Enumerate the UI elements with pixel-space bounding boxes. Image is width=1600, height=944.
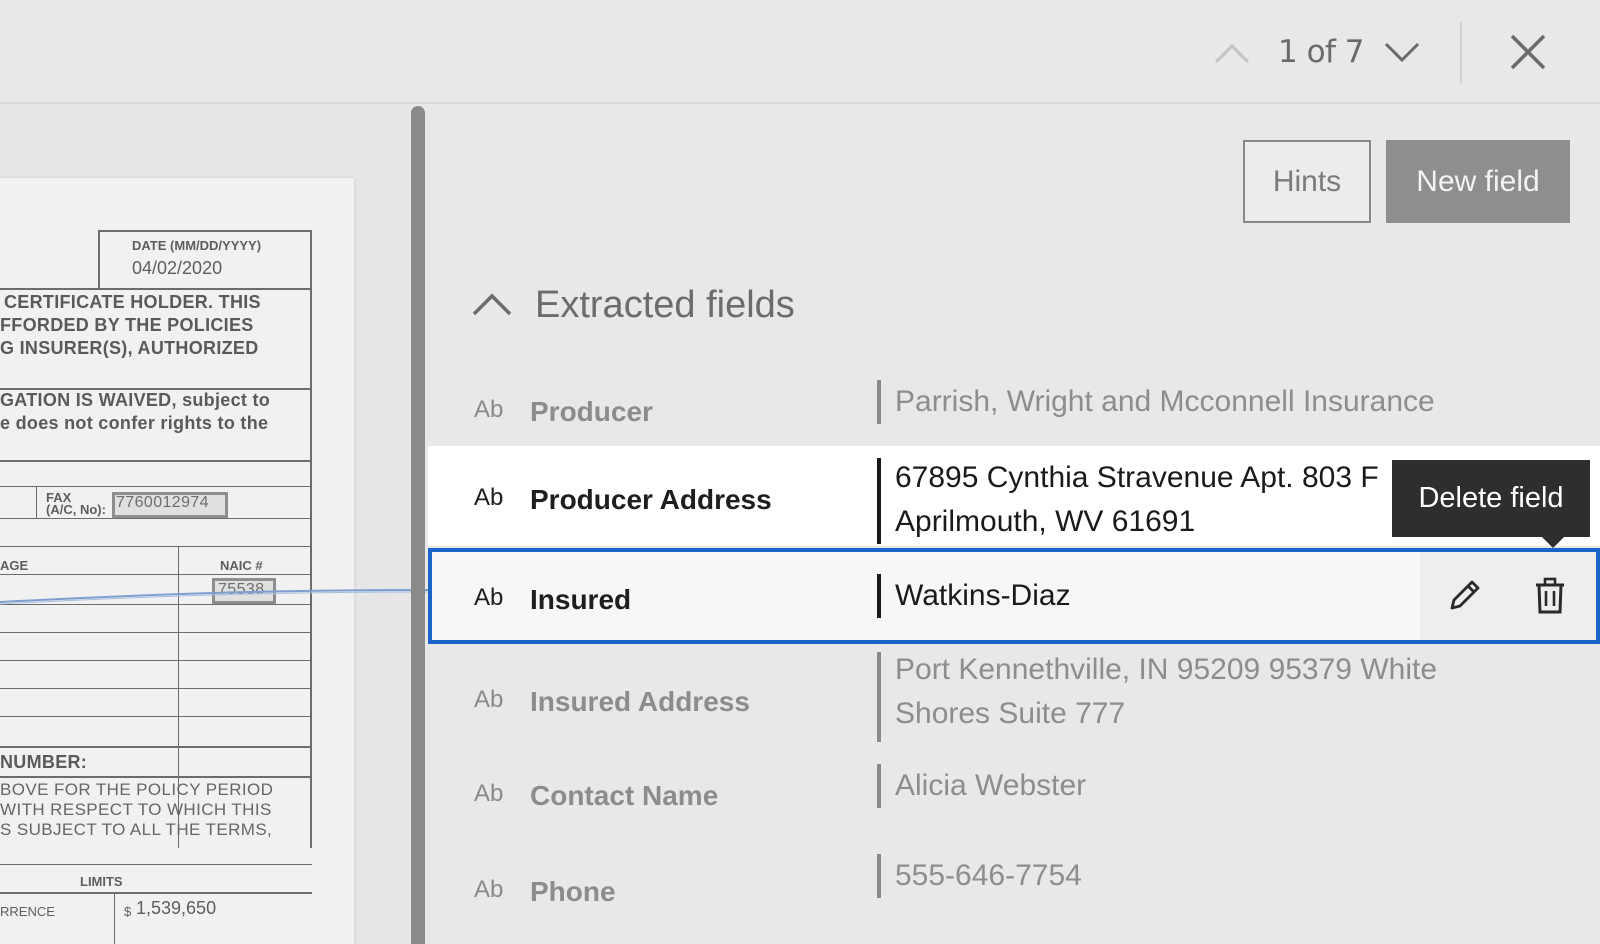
limit-value: 1,539,650 <box>136 898 217 918</box>
field-label: Producer Address <box>530 484 772 515</box>
field-row-insured-address[interactable]: Ab Insured Address Port Kennethville, IN… <box>428 652 1600 750</box>
field-row-phone[interactable]: Ab Phone 555-646-7754 <box>428 840 1600 936</box>
field-label: Contact Name <box>530 780 719 811</box>
hints-button[interactable]: Hints <box>1243 140 1371 223</box>
previous-result-button[interactable] <box>1212 38 1252 68</box>
document-scrollbar[interactable] <box>411 106 425 944</box>
chevron-down-icon <box>1384 42 1420 63</box>
collapse-chevron-icon <box>472 293 512 316</box>
value-divider <box>877 854 881 898</box>
doc-text-line: G INSURER(S), AUTHORIZED <box>0 338 259 358</box>
document-page: DATE (MM/DD/YYYY) 04/02/2020 CERTIFICATE… <box>0 178 354 944</box>
doc-text-line: e does not confer rights to the <box>0 413 269 433</box>
delete-field-tooltip: Delete field <box>1392 460 1590 548</box>
next-result-button[interactable] <box>1382 38 1422 68</box>
new-field-button[interactable]: New field <box>1386 140 1570 223</box>
close-button[interactable] <box>1506 30 1550 74</box>
date-value: 04/02/2020 <box>132 258 223 278</box>
doc-text-line: GATION IS WAIVED, subject to <box>0 390 271 410</box>
pencil-icon <box>1450 580 1480 610</box>
value-divider <box>877 574 881 618</box>
limits-label: LIMITS <box>80 874 123 889</box>
field-value: Watkins-Diaz <box>895 579 1071 612</box>
field-row-contact-name[interactable]: Ab Contact Name Alicia Webster <box>428 744 1600 840</box>
value-divider <box>877 764 881 808</box>
fax-highlight <box>112 492 228 518</box>
field-value-line: 67895 Cynthia Stravenue Apt. 803 F <box>895 461 1379 494</box>
value-divider <box>877 458 881 544</box>
naic-label: NAIC # <box>220 558 263 573</box>
document-preview-pane: DATE (MM/DD/YYYY) 04/02/2020 CERTIFICATE… <box>0 106 413 944</box>
field-value-line: Shores Suite 777 <box>895 697 1126 730</box>
edit-field-button[interactable] <box>1444 576 1484 616</box>
field-row-insured[interactable]: Ab Insured Watkins-Diaz <box>428 548 1600 644</box>
field-value: 555-646-7754 <box>895 859 1082 892</box>
pager-count: 1 of 7 <box>1278 34 1365 70</box>
chevron-up-icon <box>1214 43 1250 64</box>
field-type-badge: Ab <box>474 876 504 903</box>
naic-highlight <box>212 578 276 604</box>
field-type-badge: Ab <box>474 584 504 611</box>
field-value: Parrish, Wright and Mcconnell Insurance <box>895 385 1435 418</box>
doc-text-line: NUMBER: <box>0 752 88 772</box>
doc-text-line: BOVE FOR THE POLICY PERIOD <box>0 780 274 799</box>
field-type-badge: Ab <box>474 686 504 713</box>
field-label: Phone <box>530 876 616 907</box>
occurrence-label: RRENCE <box>0 904 55 919</box>
value-divider <box>877 652 881 742</box>
field-label: Insured Address <box>530 686 750 717</box>
field-type-badge: Ab <box>474 396 504 423</box>
doc-text-line: WITH RESPECT TO WHICH THIS <box>0 800 272 819</box>
close-icon <box>1510 34 1546 70</box>
field-label: Insured <box>530 584 632 615</box>
age-label: AGE <box>0 558 29 573</box>
doc-text-line: S SUBJECT TO ALL THE TERMS, <box>0 820 273 839</box>
trash-icon <box>1536 577 1564 614</box>
delete-field-button[interactable] <box>1532 576 1568 616</box>
fax-sublabel: (A/C, No): <box>46 502 106 517</box>
toolbar-divider <box>1460 22 1462 84</box>
field-row-producer[interactable]: Ab Producer Parrish, Wright and Mcconnel… <box>428 360 1600 456</box>
field-value-line: Port Kennethville, IN 95209 95379 White <box>895 653 1438 686</box>
value-divider <box>877 380 881 424</box>
currency-symbol: $ <box>124 904 132 919</box>
row-actions <box>1420 552 1596 640</box>
date-label: DATE (MM/DD/YYYY) <box>132 238 262 253</box>
doc-text-line: CERTIFICATE HOLDER. THIS <box>4 292 261 312</box>
collapse-section-button[interactable] <box>470 288 514 320</box>
field-value: Alicia Webster <box>895 769 1087 802</box>
field-label: Producer <box>530 396 653 427</box>
field-type-badge: Ab <box>474 484 504 511</box>
field-type-badge: Ab <box>474 780 504 807</box>
field-value-line: Aprilmouth, WV 61691 <box>895 505 1196 538</box>
doc-text-line: FFORDED BY THE POLICIES <box>0 315 254 335</box>
section-title: Extracted fields <box>535 284 795 326</box>
